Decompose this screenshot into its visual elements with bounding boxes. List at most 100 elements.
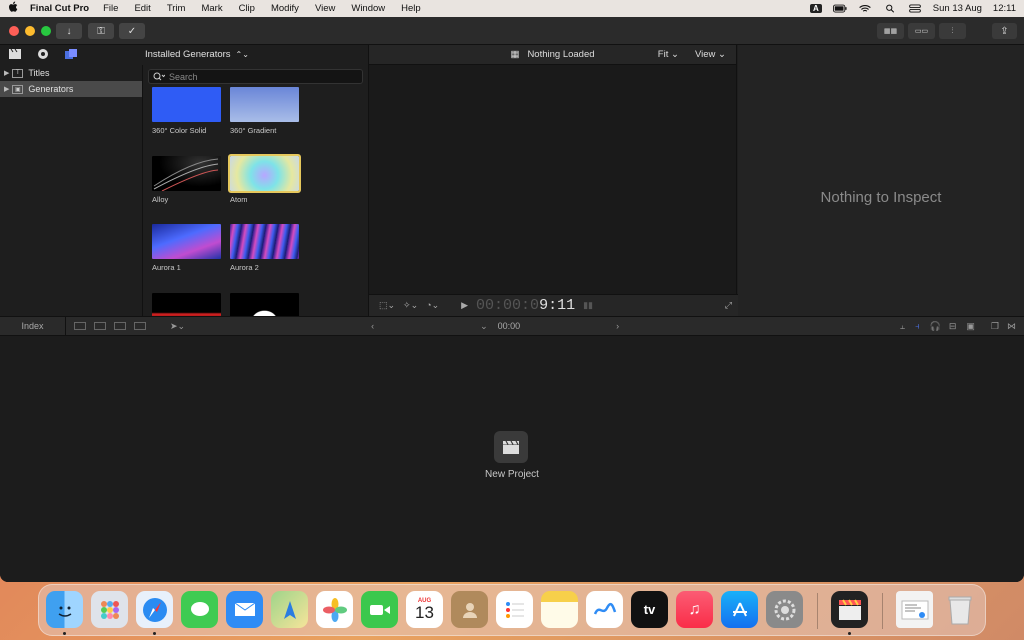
photos-icon[interactable]: [316, 591, 353, 628]
close-window-button[interactable]: [9, 26, 19, 36]
transform-icon[interactable]: ⬚⌄: [379, 300, 395, 311]
skimming-icon[interactable]: ⫠: [900, 321, 905, 332]
launchpad-icon[interactable]: [91, 591, 128, 628]
trash-icon[interactable]: [941, 591, 978, 628]
music-note-icon: ♫: [688, 600, 701, 618]
tv-label: tv: [643, 602, 656, 617]
chevron-down-icon[interactable]: ⌄: [480, 321, 488, 332]
search-field[interactable]: Search: [148, 69, 363, 84]
timeline-index-button[interactable]: Index: [0, 316, 66, 336]
finder-icon[interactable]: [46, 591, 83, 628]
chevron-down-icon: ⌄: [671, 49, 679, 60]
fullscreen-icon[interactable]: ⤢: [725, 300, 732, 311]
snapping-icon[interactable]: ⫞: [915, 321, 920, 332]
maps-icon[interactable]: [271, 591, 308, 628]
new-project-button[interactable]: [494, 431, 528, 463]
menu-trim[interactable]: Trim: [167, 3, 186, 14]
input-source-badge[interactable]: A: [810, 4, 822, 13]
connect-clip-icon[interactable]: [74, 322, 86, 330]
sidebar-item-titles[interactable]: ▶ T Titles: [0, 65, 142, 81]
titles-generators-icon[interactable]: [64, 48, 78, 60]
generator-360-color-solid[interactable]: 360° Color Solid: [152, 87, 222, 135]
freeform-icon[interactable]: [586, 591, 623, 628]
reminders-icon[interactable]: [496, 591, 533, 628]
notes-icon[interactable]: [541, 591, 578, 628]
enhance-wand-icon[interactable]: ✧⌄: [403, 300, 418, 311]
sidebar-item-generators[interactable]: ▶ ▣ Generators: [0, 81, 142, 97]
generator-item[interactable]: [152, 293, 222, 316]
back-arrow-icon[interactable]: ‹: [371, 321, 374, 331]
generator-alloy[interactable]: Alloy: [152, 156, 222, 204]
libraries-clapper-icon[interactable]: [8, 48, 22, 60]
fit-zoom-menu[interactable]: Fit ⌄: [658, 49, 679, 60]
show-browser-button[interactable]: ▦▦: [877, 23, 904, 39]
mail-icon[interactable]: [226, 591, 263, 628]
menu-view[interactable]: View: [315, 3, 335, 14]
apple-menu-icon[interactable]: [8, 1, 22, 16]
background-tasks-button[interactable]: ✓: [119, 23, 145, 39]
generator-thumbnail: [152, 293, 221, 316]
overwrite-clip-icon[interactable]: [134, 322, 146, 330]
disclosure-triangle-icon[interactable]: ▶: [4, 85, 9, 93]
music-icon[interactable]: ♫: [676, 591, 713, 628]
play-icon[interactable]: ▶: [461, 300, 468, 311]
system-settings-icon[interactable]: [766, 591, 803, 628]
facetime-icon[interactable]: [361, 591, 398, 628]
insert-clip-icon[interactable]: [94, 322, 106, 330]
calendar-icon[interactable]: AUG 13: [406, 591, 443, 628]
safari-icon[interactable]: [136, 591, 173, 628]
generator-item[interactable]: [230, 293, 300, 316]
view-menu[interactable]: View ⌄: [695, 49, 726, 60]
control-center-icon[interactable]: [908, 4, 922, 13]
battery-icon[interactable]: [832, 4, 847, 13]
show-inspector-button[interactable]: ⫶: [939, 23, 966, 39]
retime-speed-icon[interactable]: ◔⌄: [426, 300, 439, 311]
app-store-icon[interactable]: [721, 591, 758, 628]
contacts-icon[interactable]: [451, 591, 488, 628]
menu-window[interactable]: Window: [351, 3, 385, 14]
generator-atom[interactable]: Atom: [228, 154, 301, 204]
generator-aurora-1[interactable]: Aurora 1: [152, 224, 222, 272]
menubar-date[interactable]: Sun 13 Aug: [933, 3, 982, 14]
apple-tv-icon[interactable]: tv: [631, 591, 668, 628]
menu-edit[interactable]: Edit: [134, 3, 150, 14]
solo-icon[interactable]: ⊟: [949, 321, 957, 332]
fit-label: Fit: [657, 49, 669, 60]
viewer-title: Nothing Loaded: [527, 49, 595, 60]
disclosure-triangle-icon[interactable]: ▶: [4, 69, 9, 77]
generator-aurora-2[interactable]: Aurora 2: [230, 224, 300, 272]
installed-generators-popup[interactable]: Installed Generators ⌃⌄: [143, 45, 368, 63]
select-tool-icon[interactable]: ➤⌄: [170, 321, 185, 332]
menu-mark[interactable]: Mark: [201, 3, 222, 14]
new-project-label[interactable]: New Project: [462, 469, 562, 480]
headphones-icon[interactable]: 🎧: [930, 321, 941, 332]
spotlight-icon[interactable]: [883, 4, 897, 13]
viewer-timecode[interactable]: 00:00:09:11: [476, 297, 575, 314]
viewer-header: ▦ Nothing Loaded Fit ⌄ View ⌄: [369, 45, 736, 65]
downloads-stack-icon[interactable]: [896, 591, 933, 628]
generator-360-gradient[interactable]: 360° Gradient: [230, 87, 300, 135]
messages-icon[interactable]: [181, 591, 218, 628]
menu-clip[interactable]: Clip: [239, 3, 255, 14]
fullscreen-window-button[interactable]: [41, 26, 51, 36]
final-cut-pro-icon[interactable]: [831, 591, 868, 628]
menubar-time[interactable]: 12:11: [993, 3, 1016, 14]
forward-arrow-icon[interactable]: ›: [616, 321, 619, 331]
keywords-button[interactable]: ⚿: [88, 23, 114, 39]
clip-appearance-icon[interactable]: ▣: [966, 321, 975, 332]
chevron-down-icon: ⌄: [718, 49, 726, 60]
menu-help[interactable]: Help: [401, 3, 421, 14]
menu-modify[interactable]: Modify: [271, 3, 299, 14]
transitions-browser-icon[interactable]: ⋈: [1007, 321, 1016, 332]
generator-thumbnail: [152, 87, 221, 122]
import-button[interactable]: ↓: [56, 23, 82, 39]
share-button[interactable]: ⇪: [992, 23, 1017, 39]
app-menu[interactable]: Final Cut Pro: [30, 3, 89, 14]
menu-file[interactable]: File: [103, 3, 118, 14]
show-timeline-button[interactable]: ▭▭: [908, 23, 935, 39]
minimize-window-button[interactable]: [25, 26, 35, 36]
effects-browser-icon[interactable]: ❐: [991, 321, 999, 332]
wifi-icon[interactable]: [858, 4, 872, 13]
photos-audio-icon[interactable]: [36, 48, 50, 60]
append-clip-icon[interactable]: [114, 322, 126, 330]
